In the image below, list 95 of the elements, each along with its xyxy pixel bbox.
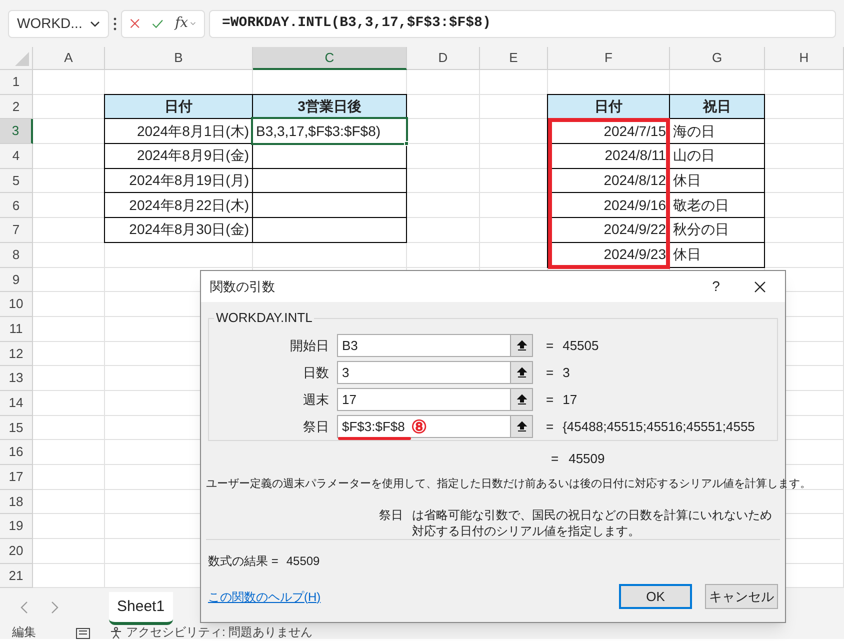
collapse-dialog-button[interactable]	[511, 415, 533, 438]
upload-arrow-icon	[516, 340, 526, 352]
function-description: ユーザー定義の週末パラメーターを使用して、指定した日数だけ前あるいは後の日付に対応するシリアル値を計算します。	[206, 478, 811, 490]
argument-name: 週末	[302, 391, 330, 410]
field-value: 17	[342, 391, 356, 410]
argument-field[interactable]: 17	[337, 388, 511, 412]
row-header[interactable]: 12	[0, 342, 33, 366]
column-header[interactable]: G	[670, 47, 765, 70]
column-header[interactable]: E	[480, 47, 548, 70]
formula-result-label: 数式の結果 =	[208, 553, 278, 570]
row-header[interactable]: 3	[0, 119, 33, 144]
help-link[interactable]: この関数のヘルプ(H)	[208, 588, 619, 606]
result-value: 45509	[568, 450, 605, 468]
equals-sign: =	[546, 418, 554, 436]
row-header[interactable]: 5	[0, 168, 33, 194]
chevron-icon	[90, 20, 100, 26]
column-header[interactable]: B	[105, 47, 253, 70]
row-header[interactable]: 20	[0, 539, 33, 564]
formula-text: =WORKDAY.INTL(B3,3,17,$F$3:$F$8)	[222, 14, 491, 33]
sheet-tab[interactable]: Sheet1	[109, 592, 173, 626]
table-cell: 休日	[669, 242, 765, 268]
row-header[interactable]: 1	[0, 70, 33, 95]
dialog-button[interactable]: キャンセル	[705, 584, 778, 609]
table-cell: B3,3,17,$F$3:$F$8)	[252, 118, 407, 144]
collapse-dialog-button[interactable]	[511, 388, 533, 412]
field-value: 3	[342, 364, 350, 382]
argument-field[interactable]: $F$3:$F$8 ⑧	[337, 415, 511, 438]
row-header[interactable]: 16	[0, 440, 33, 465]
field-value: $F$3:$F$8	[342, 418, 405, 436]
equals-sign: =	[546, 337, 554, 356]
formula-result-value: 45509	[286, 553, 320, 570]
column-heading: 3営業日後	[252, 94, 407, 120]
column-header[interactable]: H	[765, 47, 844, 70]
macro-icon	[76, 628, 90, 640]
argument-description: は省略可能な引数で、国民の祝日などの日数を計算にいれないため対応する日付のシリアル値を指定します。	[412, 507, 773, 539]
help-button[interactable]: ?	[706, 276, 726, 298]
previous-sheet-icon[interactable]	[20, 601, 28, 614]
row-header[interactable]: 7	[0, 218, 33, 243]
result-value: 45505	[562, 337, 599, 356]
row-header[interactable]: 19	[0, 514, 33, 540]
column-header[interactable]: C	[253, 47, 407, 70]
column-header[interactable]: A	[33, 47, 105, 70]
argument-field[interactable]: B3	[337, 334, 511, 358]
row-header[interactable]: 9	[0, 268, 33, 292]
name-box[interactable]: WORKD...	[8, 10, 109, 38]
row-header[interactable]: 14	[0, 390, 33, 416]
row-header[interactable]: 6	[0, 193, 33, 218]
result-value: {45488;45515;45516;45551;4555	[562, 418, 755, 436]
row-header[interactable]: 17	[0, 465, 33, 490]
result-value: 17	[562, 391, 578, 410]
column-header[interactable]: F	[548, 47, 670, 70]
column-heading: 日付	[547, 94, 670, 120]
field-value: B3	[342, 337, 358, 356]
argument-name: 日数	[302, 364, 330, 382]
argument-name: 祭日	[302, 418, 330, 436]
accessibility-icon[interactable]	[110, 627, 122, 640]
dialog-button[interactable]: OK	[619, 584, 692, 609]
dialog-title: 関数の引数	[210, 278, 276, 296]
upload-arrow-icon	[516, 394, 526, 406]
column-header[interactable]: D	[407, 47, 480, 70]
insert-function-button[interactable]: fx	[174, 13, 188, 34]
row-header[interactable]: 4	[0, 144, 33, 169]
argument-label: 祭日	[379, 507, 404, 524]
upload-arrow-icon	[516, 421, 526, 432]
equals-sign: =	[546, 364, 554, 382]
upload-arrow-icon	[516, 367, 526, 378]
row-header[interactable]: 13	[0, 366, 33, 391]
accessibility-status[interactable]: アクセシビリティ: 問題ありません	[126, 625, 313, 640]
row-header[interactable]: 18	[0, 490, 33, 514]
collapse-dialog-button[interactable]	[511, 361, 533, 384]
table-cell: 2024年8月30日(金)	[104, 217, 253, 243]
callout-number: ⑧	[410, 418, 427, 436]
status-mode: 編集	[12, 625, 36, 640]
row-header[interactable]: 15	[0, 416, 33, 440]
more-options-icon[interactable]	[113, 16, 117, 30]
argument-name: 開始日	[289, 337, 330, 356]
equals-sign: =	[551, 450, 559, 468]
close-icon[interactable]	[754, 280, 766, 293]
row-header[interactable]: 2	[0, 94, 33, 120]
name-box-text: WORKD...	[17, 14, 82, 33]
next-sheet-icon[interactable]	[51, 601, 59, 614]
collapse-dialog-button[interactable]	[511, 334, 533, 358]
row-header[interactable]: 21	[0, 564, 33, 588]
row-header[interactable]: 10	[0, 292, 33, 317]
chevron-icon[interactable]	[190, 21, 196, 26]
equals-sign: =	[546, 391, 554, 410]
row-header[interactable]: 11	[0, 316, 33, 342]
column-heading: 日付	[104, 94, 253, 120]
row-header[interactable]: 8	[0, 242, 33, 268]
check-icon[interactable]	[152, 18, 163, 30]
formula-field[interactable]: =WORKDAY.INTL(B3,3,17,$F$3:$F$8)	[209, 10, 836, 38]
cancel-icon[interactable]	[130, 17, 140, 30]
column-heading: 祝日	[669, 94, 765, 120]
argument-field[interactable]: 3	[337, 361, 511, 384]
result-value: 3	[562, 364, 570, 382]
